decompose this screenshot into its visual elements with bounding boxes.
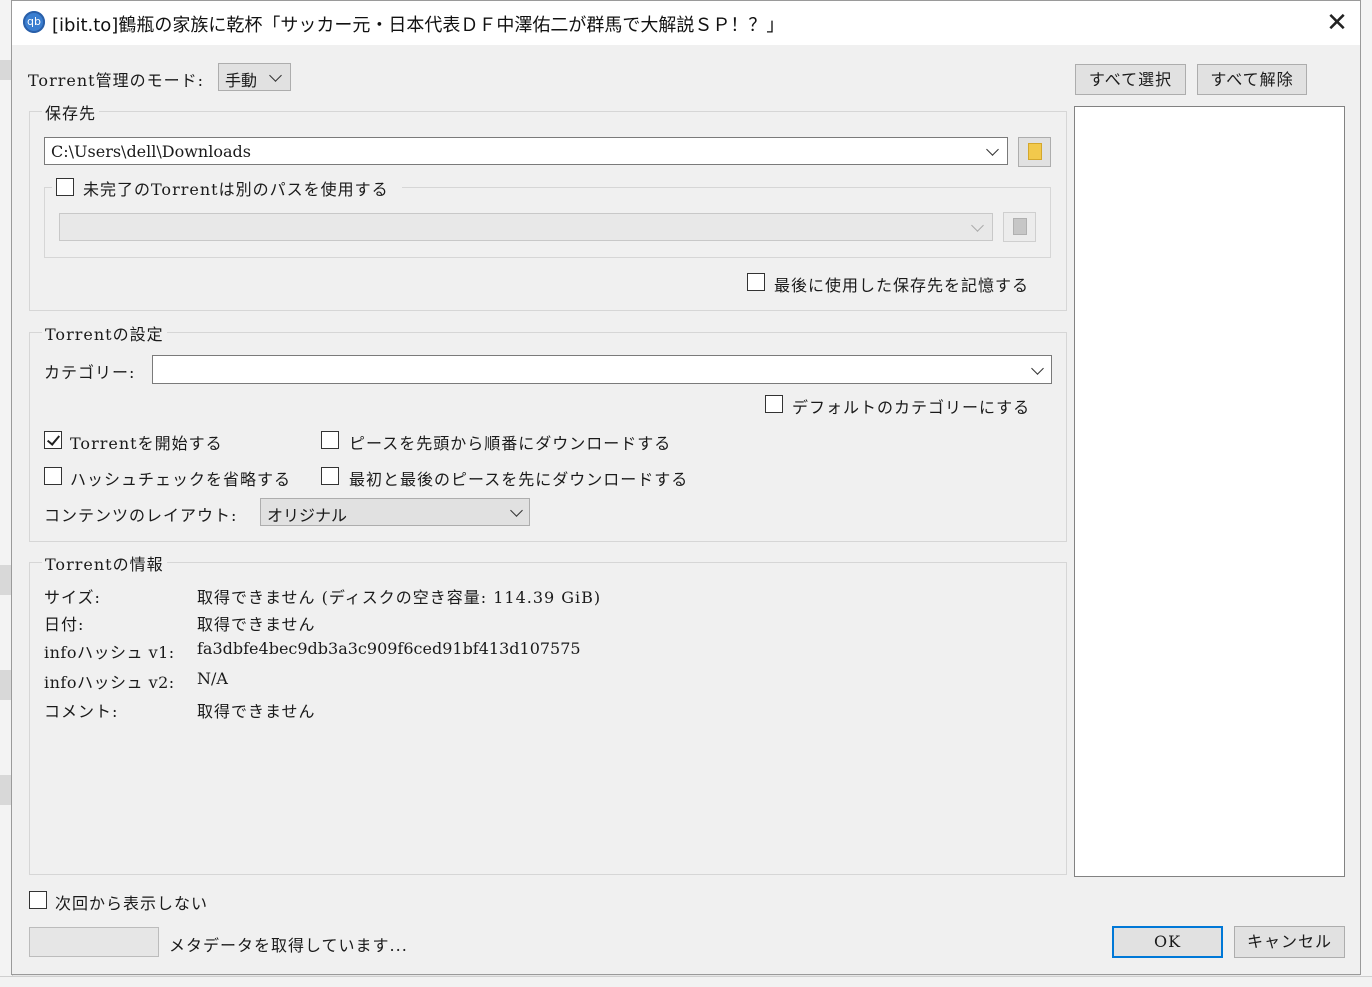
date-label: 日付: (44, 615, 85, 634)
chevron-down-icon (269, 69, 282, 82)
close-icon: ✕ (1326, 8, 1348, 38)
chevron-down-icon (971, 219, 984, 232)
info-hash-v1-label: infoハッシュ v1: (44, 643, 175, 662)
save-location-group-title: 保存先 (42, 100, 100, 124)
ok-button[interactable]: OK (1112, 926, 1223, 958)
mode-select-value: 手動 (225, 71, 258, 90)
sequential-download-checkbox[interactable] (321, 431, 339, 449)
incomplete-path-header: 未完了のTorrentは別のパスを使用する (52, 176, 402, 199)
category-combo[interactable] (152, 355, 1052, 384)
default-category-checkbox[interactable] (765, 395, 783, 413)
save-path-value: C:\Users\dell\Downloads (51, 142, 251, 161)
chevron-down-icon (986, 143, 999, 156)
folder-icon (1013, 218, 1027, 235)
incomplete-path-combo[interactable] (59, 213, 993, 241)
chevron-down-icon (1031, 362, 1044, 375)
torrent-info-group-title: Torrentの情報 (42, 551, 167, 575)
content-layout-select[interactable]: オリジナル (260, 498, 530, 526)
mode-label: Torrent管理のモード: (28, 71, 204, 90)
content-layout-label: コンテンツのレイアウト: (44, 506, 238, 525)
date-value: 取得できません (197, 615, 316, 634)
comment-label: コメント: (44, 702, 119, 721)
metadata-progress-bar (29, 927, 159, 957)
start-torrent-label: Torrentを開始する (70, 434, 223, 453)
file-content-tree[interactable] (1074, 106, 1345, 877)
select-all-button[interactable]: すべて選択 (1075, 64, 1186, 95)
start-torrent-checkbox[interactable] (44, 431, 62, 449)
incomplete-path-checkbox[interactable] (56, 178, 74, 196)
torrent-settings-group-title: Torrentの設定 (42, 321, 167, 345)
info-hash-v2-label: infoハッシュ v2: (44, 673, 175, 692)
mode-select[interactable]: 手動 (218, 63, 291, 91)
size-label: サイズ: (44, 588, 101, 607)
folder-icon (1028, 143, 1042, 160)
first-last-piece-label: 最初と最後のピースを先にダウンロードする (349, 470, 689, 489)
deselect-all-button[interactable]: すべて解除 (1197, 64, 1307, 95)
content-layout-value: オリジナル (267, 506, 348, 525)
save-path-combo[interactable]: C:\Users\dell\Downloads (44, 137, 1008, 165)
default-category-label: デフォルトのカテゴリーにする (792, 398, 1031, 417)
browse-save-path-button[interactable] (1018, 137, 1051, 167)
remember-path-label: 最後に使用した保存先を記憶する (774, 276, 1030, 295)
dont-show-again-checkbox[interactable] (29, 891, 47, 909)
sequential-download-label: ピースを先頭から順番にダウンロードする (349, 434, 672, 453)
first-last-piece-checkbox[interactable] (321, 467, 339, 485)
close-button[interactable]: ✕ (1320, 5, 1354, 41)
background-app-right-edge (1360, 0, 1372, 986)
incomplete-path-label: 未完了のTorrentは別のパスを使用する (83, 180, 389, 199)
info-hash-v1-value: fa3dbfe4bec9db3a3c909f6ced91bf413d107575 (197, 639, 581, 658)
remember-path-checkbox[interactable] (747, 273, 765, 291)
title-bar: qb [ibit.to]鶴瓶の家族に乾杯「サッカー元・日本代表ＤＦ中澤佑二が群馬… (12, 1, 1360, 45)
dont-show-again-label: 次回から表示しない (55, 894, 209, 913)
skip-hash-check-label: ハッシュチェックを省略する (70, 470, 292, 489)
status-text: メタデータを取得しています... (169, 936, 408, 955)
qbittorrent-app-icon: qb (23, 11, 45, 33)
browse-incomplete-path-button[interactable] (1003, 212, 1036, 242)
skip-hash-check-checkbox[interactable] (44, 467, 62, 485)
background-app-bottom-edge (0, 976, 1372, 987)
chevron-down-icon (510, 504, 523, 517)
torrent-info-group (29, 562, 1067, 875)
comment-value: 取得できません (197, 702, 316, 721)
window-title: [ibit.to]鶴瓶の家族に乾杯「サッカー元・日本代表ＤＦ中澤佑二が群馬で大解… (52, 15, 785, 36)
category-label: カテゴリー: (44, 363, 136, 382)
size-value: 取得できません (ディスクの空き容量: 114.39 GiB) (197, 588, 602, 607)
cancel-button[interactable]: キャンセル (1234, 926, 1345, 958)
add-torrent-dialog: qb [ibit.to]鶴瓶の家族に乾杯「サッカー元・日本代表ＤＦ中澤佑二が群馬… (11, 0, 1361, 975)
info-hash-v2-value: N/A (197, 669, 228, 688)
